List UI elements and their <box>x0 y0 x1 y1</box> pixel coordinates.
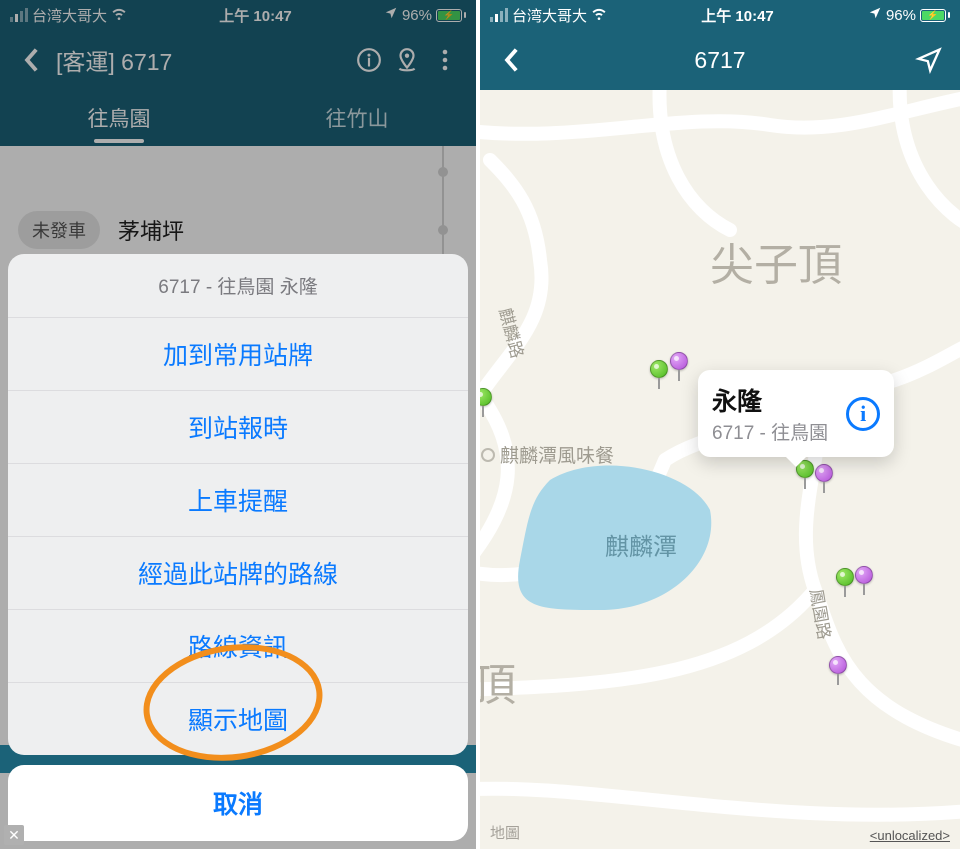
carrier-label: 台湾大哥大 <box>512 5 587 26</box>
road-label-fengyuan: 鳳園路 <box>806 587 834 641</box>
battery-icon: ⚡ <box>920 9 950 22</box>
map-callout[interactable]: 永隆 6717 - 往鳥園 i <box>698 370 894 457</box>
signal-icon <box>490 8 508 22</box>
ad-close-icon[interactable]: ✕ <box>4 825 24 845</box>
lake-label: 麒麟潭 <box>605 534 677 561</box>
sheet-title: 6717 - 往鳥園 永隆 <box>8 254 468 317</box>
area-label: 尖子頂 <box>710 241 842 290</box>
status-bar: 台湾大哥大 上午 10:47 96% ⚡ <box>480 0 960 30</box>
map-pin[interactable] <box>836 568 854 586</box>
sheet-boarding-alert[interactable]: 上車提醒 <box>8 463 468 536</box>
sheet-route-info[interactable]: 路線資訊 <box>8 609 468 682</box>
map-pin[interactable] <box>829 656 847 674</box>
map-canvas[interactable]: 尖子頂 麒麟潭 麒麟路 仁義路 鳳園路 頂 麒麟潭風味餐 永隆 6717 - 往… <box>480 90 960 849</box>
sheet-add-favorite[interactable]: 加到常用站牌 <box>8 317 468 390</box>
poi-label: 麒麟潭風味餐 <box>500 445 614 467</box>
map-attribution: 地圖 <box>490 822 520 843</box>
location-arrow-icon <box>868 6 882 24</box>
sheet-show-map[interactable]: 顯示地圖 <box>8 682 468 755</box>
clock-label: 上午 10:47 <box>701 5 774 26</box>
back-button[interactable] <box>492 41 530 79</box>
battery-pct-label: 96% <box>886 7 916 24</box>
locate-me-button[interactable] <box>910 41 948 79</box>
callout-info-icon[interactable]: i <box>846 397 880 431</box>
sheet-arrival-time[interactable]: 到站報時 <box>8 390 468 463</box>
wifi-icon <box>591 5 607 25</box>
callout-subtitle: 6717 - 往鳥園 <box>712 418 828 445</box>
area-label-partial: 頂 <box>480 661 516 710</box>
page-title: 6717 <box>530 47 910 74</box>
map-pin[interactable] <box>855 566 873 584</box>
sheet-cancel[interactable]: 取消 <box>8 765 468 841</box>
unlocalized-label: <unlocalized> <box>870 828 950 843</box>
nav-header: 6717 <box>480 30 960 90</box>
map-pin[interactable] <box>650 360 668 378</box>
map-pin[interactable] <box>815 464 833 482</box>
callout-title: 永隆 <box>712 382 828 418</box>
action-sheet: 6717 - 往鳥園 永隆 加到常用站牌 到站報時 上車提醒 經過此站牌的路線 … <box>0 246 476 849</box>
map-pin[interactable] <box>670 352 688 370</box>
sheet-routes-via-stop[interactable]: 經過此站牌的路線 <box>8 536 468 609</box>
